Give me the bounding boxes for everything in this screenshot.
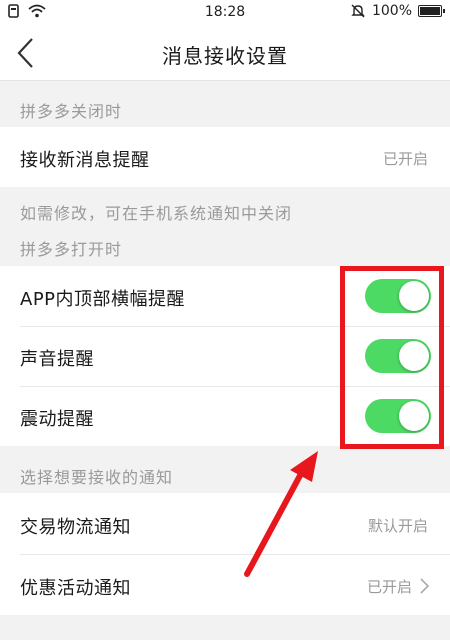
vibrate-label: 震动提醒	[20, 409, 94, 430]
chevron-right-icon[interactable]	[418, 577, 430, 595]
row-new-message[interactable]: 接收新消息提醒 已开启	[0, 127, 450, 187]
battery-percent: 100%	[371, 3, 412, 19]
new-message-status: 已开启	[382, 150, 428, 168]
toggle-knob	[399, 401, 429, 431]
section-label-closed: 拼多多关闭时	[20, 102, 123, 121]
battery-icon	[418, 5, 445, 17]
status-bar: 18:28 100%	[0, 0, 450, 24]
toggle-knob	[399, 341, 429, 371]
hint-text: 如需修改，可在手机系统通知中关闭	[20, 204, 293, 223]
section-label-notify: 选择想要接收的通知	[20, 468, 174, 487]
banner-label: APP内顶部横幅提醒	[20, 289, 186, 310]
toggle-knob	[399, 281, 429, 311]
nav-header: 消息接收设置	[0, 24, 450, 81]
promo-label: 优惠活动通知	[20, 578, 131, 599]
section-label-open: 拼多多打开时	[20, 240, 123, 259]
status-right: 100%	[350, 3, 445, 19]
vibrate-toggle[interactable]	[365, 399, 431, 433]
page-title: 消息接收设置	[162, 44, 288, 68]
sound-toggle[interactable]	[365, 339, 431, 373]
sound-label: 声音提醒	[20, 349, 94, 370]
promo-status[interactable]: 已开启	[367, 576, 412, 597]
mute-bell-icon	[351, 4, 365, 18]
open-settings-group: APP内顶部横幅提醒 声音提醒 震动提醒	[0, 266, 450, 446]
new-message-label: 接收新消息提醒	[20, 150, 150, 171]
logistics-label: 交易物流通知	[20, 517, 131, 538]
banner-toggle[interactable]	[365, 279, 431, 313]
divider	[20, 554, 450, 555]
divider	[20, 326, 450, 327]
notify-group: 交易物流通知 默认开启 优惠活动通知 已开启	[0, 493, 450, 615]
logistics-status: 默认开启	[367, 517, 428, 535]
divider	[20, 386, 450, 387]
